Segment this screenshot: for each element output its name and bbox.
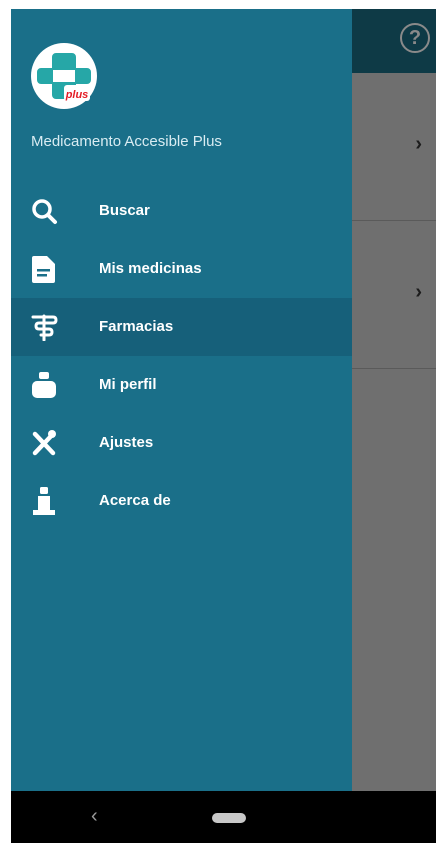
app-logo: plus [31,43,97,109]
profile-icon [29,371,59,399]
menu-item-label: Farmacias [99,318,174,335]
back-icon[interactable]: ‹ [91,805,98,828]
menu-item-buscar[interactable]: Buscar [11,182,352,240]
menu-item-label: Buscar [99,202,150,219]
navigation-drawer: plus Medicamento Accesible Plus Buscar M… [11,9,352,791]
menu-item-label: Mi perfil [99,376,157,393]
system-navigation-bar: ‹ [11,791,436,843]
help-button[interactable]: ? [400,23,430,53]
drawer-menu: Buscar Mis medicinas Farmacias Mi perfil… [11,182,352,530]
logo-text: plus [65,89,89,101]
chevron-right-icon: › [415,281,422,303]
menu-item-label: Mis medicinas [99,260,202,277]
menu-item-mi-perfil[interactable]: Mi perfil [11,356,352,414]
settings-icon [29,429,59,457]
home-button[interactable] [212,813,246,823]
menu-item-acerca-de[interactable]: Acerca de [11,472,352,530]
menu-item-label: Ajustes [99,434,154,451]
menu-item-label: Acerca de [99,492,171,509]
menu-item-ajustes[interactable]: Ajustes [11,414,352,472]
phone-screen: ? › › plus Medicamento Accesible Plus Bu… [11,9,436,843]
pharmacy-icon [29,313,59,342]
menu-item-mis-medicinas[interactable]: Mis medicinas [11,240,352,298]
menu-item-farmacias[interactable]: Farmacias [11,298,352,356]
document-icon [29,255,59,283]
search-icon [29,197,59,225]
info-icon [29,487,59,515]
chevron-right-icon: › [415,133,422,155]
app-name: Medicamento Accesible Plus [31,133,222,150]
